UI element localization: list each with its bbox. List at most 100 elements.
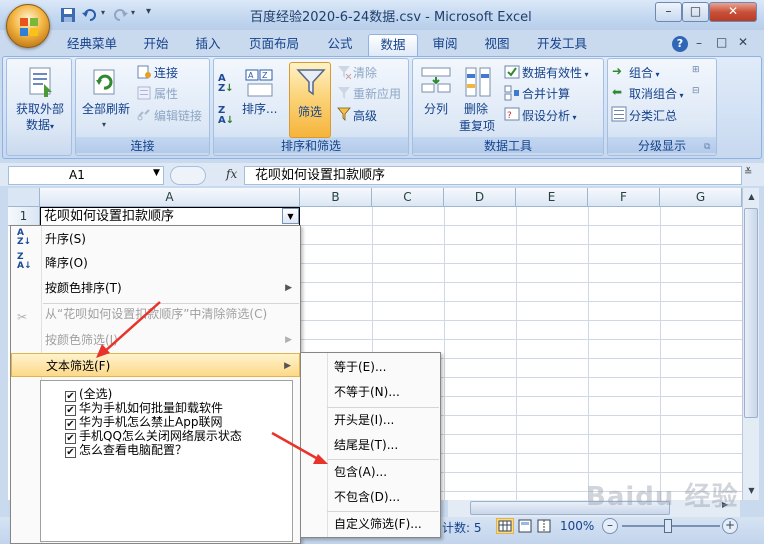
undo-icon[interactable] bbox=[82, 7, 98, 23]
properties-button[interactable]: 属性 bbox=[154, 85, 178, 102]
col-header-f[interactable]: F bbox=[588, 188, 660, 207]
ungroup-button[interactable]: 取消组合 ▾ bbox=[629, 85, 684, 102]
close-button[interactable]: ✕ bbox=[709, 2, 757, 22]
formula-input[interactable]: 花呗如何设置扣款顺序 bbox=[244, 166, 742, 185]
submenu-not-equal[interactable]: 不等于(N)... bbox=[301, 380, 440, 404]
submenu-arrow-icon: ▶ bbox=[284, 361, 291, 371]
page-layout-view-icon[interactable] bbox=[517, 518, 533, 534]
submenu-does-not-contain[interactable]: 不包含(D)... bbox=[301, 485, 440, 509]
tab-home[interactable]: 开始 bbox=[134, 34, 178, 56]
connections-icon bbox=[137, 65, 151, 79]
consolidate-button[interactable]: 合并计算 bbox=[522, 85, 570, 102]
zoom-in-icon[interactable]: + bbox=[722, 518, 738, 534]
col-header-e[interactable]: E bbox=[516, 188, 588, 207]
window-title: 百度经验2020-6-24数据.csv - Microsoft Excel bbox=[250, 10, 532, 25]
vertical-scrollbar[interactable]: ▲ ▼ bbox=[742, 188, 759, 500]
sort-button[interactable]: 排序... bbox=[242, 100, 277, 117]
clear-button[interactable]: 清除 bbox=[353, 64, 377, 81]
col-header-d[interactable]: D bbox=[444, 188, 516, 207]
data-validation-button[interactable]: 数据有效性 ▾ bbox=[522, 64, 589, 81]
filter-button[interactable]: 筛选 bbox=[289, 62, 331, 138]
menu-sort-descending[interactable]: Z A↓ 降序(O) bbox=[11, 251, 300, 275]
scroll-up-icon[interactable]: ▲ bbox=[744, 188, 759, 205]
list-item[interactable]: ✔ 怎么查看电脑配置？ bbox=[65, 441, 187, 458]
refresh-dropdown-icon[interactable]: ▾ bbox=[102, 120, 106, 129]
reapply-button[interactable]: 重新应用 bbox=[353, 85, 401, 102]
ribbon-close-button[interactable]: ✕ bbox=[738, 35, 748, 49]
formula-bar-expand-handle[interactable] bbox=[170, 166, 206, 185]
get-external-data-button[interactable]: 获取外部数据▾ bbox=[12, 101, 68, 135]
refresh-all-button[interactable]: 全部刷新 bbox=[80, 100, 132, 117]
name-box[interactable]: A1 ▼ bbox=[8, 166, 164, 185]
redo-icon[interactable] bbox=[112, 7, 128, 23]
tab-developer[interactable]: 开发工具 bbox=[528, 34, 596, 56]
remove-duplicates-label-2[interactable]: 重复项 bbox=[459, 117, 495, 134]
connections-button[interactable]: 连接 bbox=[154, 64, 178, 81]
col-header-b[interactable]: B bbox=[300, 188, 372, 207]
name-box-dropdown-icon[interactable]: ▼ bbox=[153, 168, 160, 178]
filter-value-list[interactable]: ✔ (全选) ✔ 华为手机如何批量卸载软件 ✔ 华为手机怎么禁止App联网 ✔ 手机QQ… bbox=[40, 380, 293, 542]
text-to-columns-button[interactable]: 分列 bbox=[424, 100, 448, 117]
zoom-slider-thumb[interactable] bbox=[664, 519, 672, 533]
advanced-button[interactable]: 高级 bbox=[353, 107, 377, 124]
tab-view[interactable]: 视图 bbox=[475, 34, 519, 56]
subtotal-button[interactable]: 分类汇总 bbox=[629, 107, 677, 124]
minimize-button[interactable]: – bbox=[655, 2, 682, 22]
office-button[interactable] bbox=[6, 4, 50, 48]
group-title-connections: 连接 bbox=[76, 137, 209, 153]
undo-dropdown-icon[interactable]: ▾ bbox=[101, 8, 105, 17]
dialog-launcher-icon[interactable]: ⧉ bbox=[704, 142, 710, 152]
col-header-a[interactable]: A bbox=[40, 188, 300, 207]
tab-insert[interactable]: 插入 bbox=[186, 34, 230, 56]
remove-duplicates-label-1[interactable]: 删除 bbox=[464, 100, 488, 117]
tab-data[interactable]: 数据 bbox=[368, 34, 418, 56]
data-validation-icon bbox=[504, 65, 520, 79]
col-header-c[interactable]: C bbox=[372, 188, 444, 207]
what-if-button[interactable]: 假设分析 ▾ bbox=[522, 107, 577, 124]
list-item[interactable]: ✔ 华为手机如何批量卸载软件 bbox=[65, 399, 223, 416]
list-item[interactable]: ✔ 华为手机怎么禁止App联网 bbox=[65, 413, 222, 430]
col-header-g[interactable]: G bbox=[660, 188, 742, 207]
sort-az-icon[interactable]: A Z↓ bbox=[218, 74, 234, 94]
hide-detail-icon[interactable]: ⊟ bbox=[692, 86, 700, 96]
normal-view-button[interactable] bbox=[496, 518, 514, 534]
sort-az-icon: A Z↓ bbox=[17, 228, 32, 247]
page-break-view-icon[interactable] bbox=[536, 518, 552, 534]
gridline bbox=[300, 301, 742, 302]
gridline bbox=[588, 207, 589, 500]
zoom-level[interactable]: 100% bbox=[560, 519, 594, 533]
zoom-out-icon[interactable]: – bbox=[602, 518, 618, 534]
submenu-begins-with[interactable]: 开头是(I)... bbox=[301, 408, 440, 432]
sort-za-icon[interactable]: Z A↓ bbox=[218, 106, 234, 126]
select-all-button[interactable] bbox=[8, 188, 40, 207]
expand-formula-bar-icon[interactable]: ≚ bbox=[744, 167, 752, 178]
show-detail-icon[interactable]: ⊞ bbox=[692, 65, 700, 75]
insert-function-icon[interactable]: fx bbox=[226, 167, 237, 181]
row-header-1[interactable]: 1 bbox=[8, 207, 40, 226]
ribbon-restore-button[interactable]: □ bbox=[716, 35, 727, 49]
ribbon-minimize-button[interactable]: – bbox=[696, 36, 702, 50]
submenu-equals[interactable]: 等于(E)... bbox=[301, 355, 440, 379]
tab-page-layout[interactable]: 页面布局 bbox=[240, 34, 308, 56]
group-button[interactable]: 组合 ▾ bbox=[629, 64, 660, 81]
help-icon[interactable]: ? bbox=[672, 36, 688, 52]
customize-qat-icon[interactable]: ▾ bbox=[146, 6, 151, 17]
vertical-scroll-thumb[interactable] bbox=[744, 208, 758, 418]
scroll-down-icon[interactable]: ▼ bbox=[744, 482, 759, 499]
menu-sort-ascending[interactable]: A Z↓ 升序(S) bbox=[11, 227, 300, 251]
list-item[interactable]: ✔ 手机QQ怎么关闭网络展示状态 bbox=[65, 427, 242, 444]
submenu-custom-filter[interactable]: 自定义筛选(F)... bbox=[301, 512, 440, 536]
tab-review[interactable]: 审阅 bbox=[423, 34, 467, 56]
cell-a1[interactable]: 花呗如何设置扣款顺序 bbox=[40, 207, 300, 226]
tab-classic-menu[interactable]: 经典菜单 bbox=[58, 34, 126, 56]
menu-sort-by-color[interactable]: 按颜色排序(T) ▶ bbox=[11, 276, 300, 300]
checkbox-checked-icon[interactable]: ✔ bbox=[65, 447, 76, 458]
redo-dropdown-icon[interactable]: ▾ bbox=[131, 8, 135, 17]
maximize-button[interactable]: □ bbox=[682, 2, 709, 22]
save-icon[interactable] bbox=[60, 7, 76, 23]
edit-links-button[interactable]: 编辑链接 bbox=[154, 107, 202, 124]
group-title-outline: 分级显示 bbox=[608, 137, 716, 153]
tab-formulas[interactable]: 公式 bbox=[318, 34, 362, 56]
filter-dropdown-button[interactable]: ▼ bbox=[282, 208, 299, 224]
list-item[interactable]: ✔ (全选) bbox=[65, 385, 112, 402]
